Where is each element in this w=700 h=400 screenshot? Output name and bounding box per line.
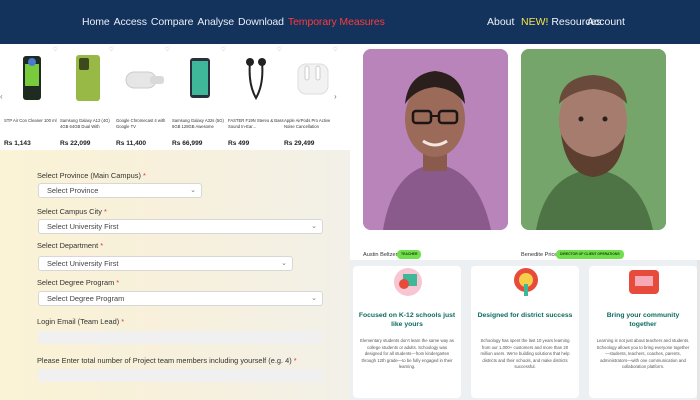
product-card[interactable]: ♡ FASTER F19N Stereo & Bass Sound In-Ear… bbox=[228, 44, 284, 150]
feature-cards: Focused on K-12 schools just like yours … bbox=[350, 260, 700, 400]
phone-icon bbox=[66, 54, 110, 102]
department-label: Select Department * bbox=[37, 241, 104, 250]
earphones-icon bbox=[234, 54, 278, 102]
province-select[interactable]: Select Province ⌄ bbox=[38, 183, 202, 198]
wishlist-heart-icon[interactable]: ♡ bbox=[221, 46, 226, 53]
login-email-label: Login Email (Team Lead) * bbox=[37, 317, 125, 326]
wishlist-heart-icon[interactable]: ♡ bbox=[53, 46, 58, 53]
wishlist-heart-icon[interactable]: ♡ bbox=[333, 46, 338, 53]
phone-icon bbox=[178, 54, 222, 102]
teacher-icon bbox=[391, 268, 425, 296]
card-title: Bring your community together bbox=[606, 312, 680, 328]
plant-icon bbox=[509, 268, 543, 296]
chevron-down-icon: ⌄ bbox=[281, 260, 287, 267]
person-name: Austin Beltzer bbox=[363, 252, 398, 258]
product-name: Samsung Galaxy A32s (5G) 6GB 128GB Aweso… bbox=[172, 118, 224, 129]
degree-program-select[interactable]: Select Degree Program ⌄ bbox=[38, 291, 323, 306]
login-email-field[interactable] bbox=[38, 331, 323, 344]
product-card[interactable]: ♡ Apple AirPods Pro Active Noise Cancell… bbox=[284, 44, 340, 150]
nav-home[interactable]: Home bbox=[82, 16, 110, 28]
product-price: Rs 22,099 bbox=[60, 140, 91, 147]
team-section: Austin Beltzer TEACHER Benedite Price DI… bbox=[350, 44, 700, 260]
top-navigation: Home Access Compare Analyse Download Tem… bbox=[0, 0, 700, 44]
wishlist-heart-icon[interactable]: ♡ bbox=[165, 46, 170, 53]
wishlist-heart-icon[interactable]: ♡ bbox=[109, 46, 114, 53]
nav-analyse[interactable]: Analyse bbox=[197, 16, 234, 28]
chevron-down-icon: ⌄ bbox=[311, 223, 317, 230]
role-badge: TEACHER bbox=[397, 250, 422, 259]
product-price: Rs 29,499 bbox=[284, 140, 315, 147]
card-body: Schoology has spent the last 10 years le… bbox=[480, 338, 570, 369]
campus-city-select[interactable]: Select University First ⌄ bbox=[38, 219, 323, 234]
registration-form: Select Province (Main Campus) * Select P… bbox=[0, 150, 350, 400]
product-carousel: ‹ ♡ STP Air Con Cleaner 100 ml Rs 1,143 … bbox=[0, 44, 350, 150]
nav-temporary-measures[interactable]: Temporary Measures bbox=[288, 16, 385, 28]
wishlist-heart-icon[interactable]: ♡ bbox=[277, 46, 282, 53]
campus-city-label: Select Campus City * bbox=[37, 207, 107, 216]
product-card[interactable]: ♡ Samsung Galaxy A32s (5G) 6GB 128GB Awe… bbox=[172, 44, 228, 150]
card-title: Focused on K-12 schools just like yours bbox=[358, 312, 456, 328]
carousel-next-icon[interactable]: › bbox=[334, 92, 337, 101]
person-photo bbox=[521, 49, 666, 230]
nav-access[interactable]: Access bbox=[114, 16, 147, 28]
person-photo bbox=[363, 49, 508, 230]
card-body: Learning is not just about teachers and … bbox=[596, 338, 690, 369]
role-badge: DIRECTOR OF CLIENT OPERATIONS bbox=[556, 250, 624, 259]
product-name: STP Air Con Cleaner 100 ml bbox=[4, 118, 57, 123]
chromecast-icon bbox=[122, 54, 166, 102]
product-price: Rs 499 bbox=[228, 140, 250, 147]
new-badge: NEW! bbox=[521, 16, 549, 28]
degree-program-label: Select Degree Program * bbox=[37, 278, 120, 287]
person-name: Benedite Price bbox=[521, 252, 558, 258]
product-price: Rs 11,400 bbox=[116, 140, 147, 147]
carousel-prev-icon[interactable]: ‹ bbox=[0, 92, 3, 101]
card-body: Elementary students don't learn the same… bbox=[360, 338, 454, 369]
nav-compare[interactable]: Compare bbox=[151, 16, 194, 28]
product-price: Rs 1,143 bbox=[4, 140, 31, 147]
card-title: Designed for district success bbox=[477, 312, 573, 319]
product-price: Rs 66,999 bbox=[172, 140, 203, 147]
chevron-down-icon: ⌄ bbox=[190, 187, 196, 194]
product-name: Samsung Galaxy A12 (4G) 4GB 64GB Dual Wi… bbox=[60, 118, 110, 129]
province-label: Select Province (Main Campus) * bbox=[37, 171, 146, 180]
product-card[interactable]: ♡ Samsung Galaxy A12 (4G) 4GB 64GB Dual … bbox=[60, 44, 116, 150]
team-members-label: Please Enter total number of Project tea… bbox=[37, 356, 297, 365]
feature-card: Focused on K-12 schools just like yours … bbox=[353, 266, 461, 398]
feature-card: Bring your community together Learning i… bbox=[589, 266, 697, 398]
department-select[interactable]: Select University First ⌄ bbox=[38, 256, 293, 271]
product-name: FASTER F19N Stereo & Bass Sound In-Ear..… bbox=[228, 118, 284, 129]
product-card[interactable]: ♡ Google Chromecast 4 with Google TV Rs … bbox=[116, 44, 172, 150]
product-name: Apple AirPods Pro Active Noise Cancellat… bbox=[284, 118, 331, 129]
team-members-field[interactable] bbox=[38, 369, 323, 382]
product-name: Google Chromecast 4 with Google TV bbox=[116, 118, 166, 129]
main-menu: Home Access Compare Analyse Download Tem… bbox=[82, 0, 385, 44]
nav-about[interactable]: About bbox=[487, 16, 514, 28]
nav-account[interactable]: Account bbox=[587, 16, 625, 28]
chevron-down-icon: ⌄ bbox=[311, 295, 317, 302]
airpods-icon bbox=[290, 54, 334, 102]
feature-card: Designed for district success Schoology … bbox=[471, 266, 579, 398]
nav-download[interactable]: Download bbox=[238, 16, 284, 28]
spray-can-icon bbox=[10, 54, 54, 102]
product-card[interactable]: ♡ STP Air Con Cleaner 100 ml Rs 1,143 bbox=[4, 44, 60, 150]
community-icon bbox=[627, 268, 661, 296]
